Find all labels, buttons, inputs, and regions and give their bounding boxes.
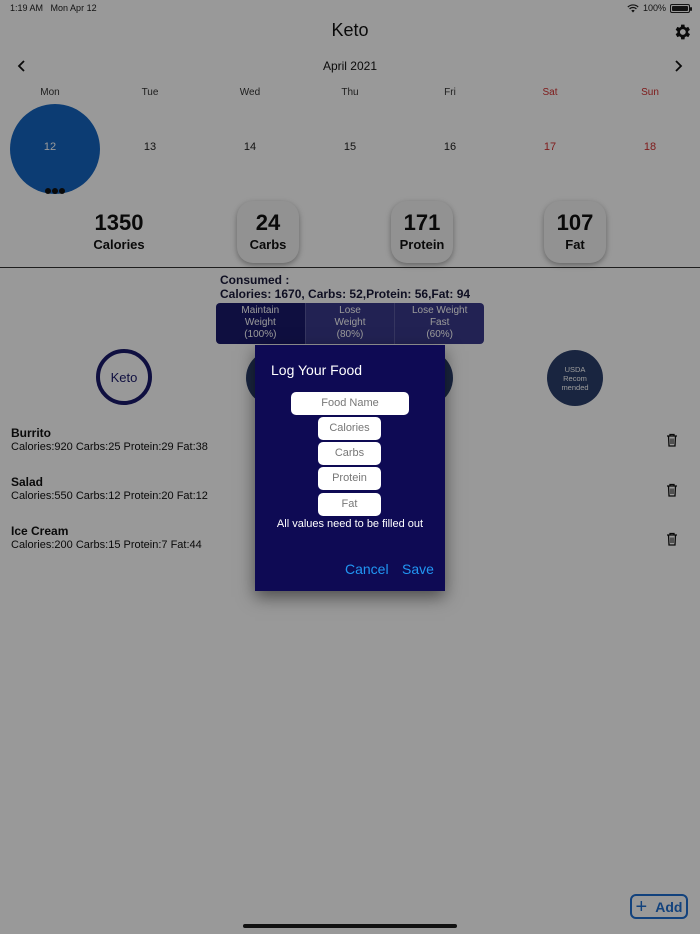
- validation-message: All values need to be filled out: [276, 518, 424, 530]
- home-indicator: [243, 924, 457, 928]
- cancel-button[interactable]: Cancel: [345, 561, 389, 577]
- dialog-title: Log Your Food: [271, 362, 363, 378]
- save-button[interactable]: Save: [402, 561, 434, 577]
- calories-input[interactable]: Calories: [318, 417, 381, 440]
- protein-input[interactable]: Protein: [318, 467, 381, 490]
- log-food-dialog: Log Your Food Food Name Calories Carbs P…: [255, 345, 445, 591]
- food-name-input[interactable]: Food Name: [291, 392, 409, 415]
- carbs-input[interactable]: Carbs: [318, 442, 381, 465]
- fat-input[interactable]: Fat: [318, 493, 381, 516]
